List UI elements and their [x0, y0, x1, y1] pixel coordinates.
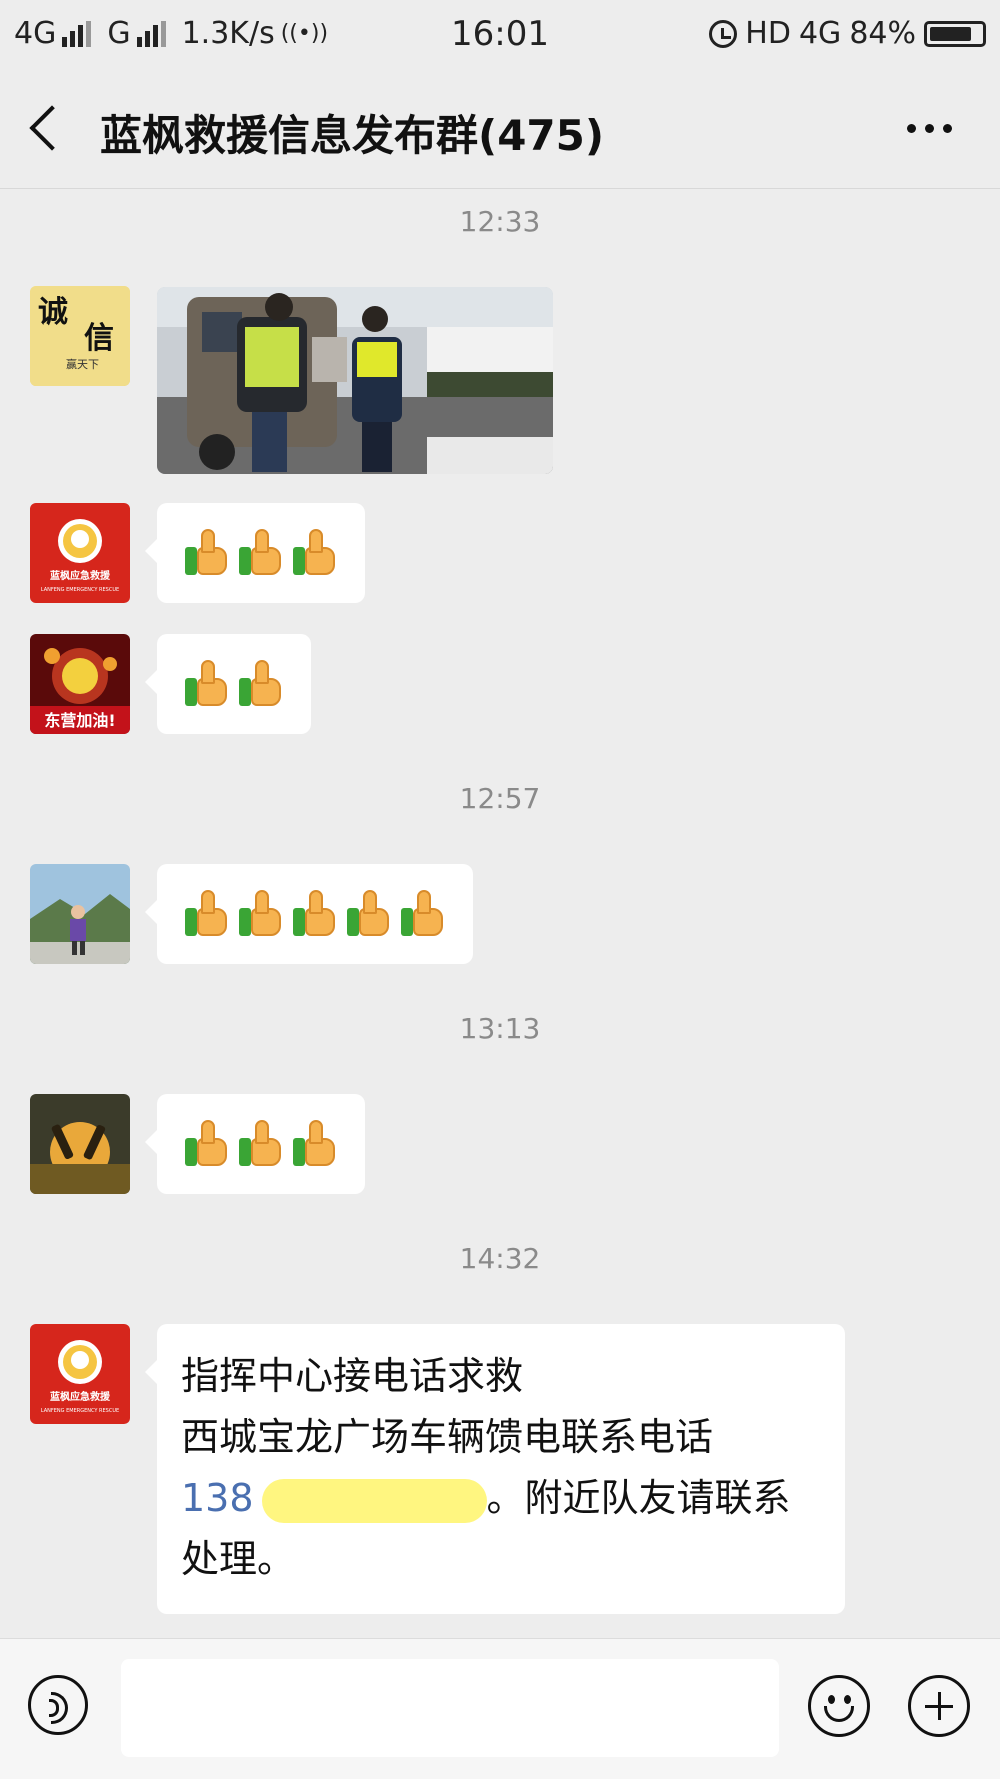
status-right: HD 4G 84% — [709, 16, 986, 51]
chat-header: 蓝枫救援信息发布群(475) — [0, 70, 1000, 189]
thumbs-up-icon — [237, 529, 285, 577]
status-bar: 4G G 1.3K/s ((•)) 16:01 HD 4G 84% — [0, 0, 1000, 70]
timestamp: 14:32 — [459, 1242, 541, 1275]
message-bubble[interactable] — [145, 503, 365, 603]
thumbs-up-icon — [183, 1120, 231, 1168]
message-line: 指挥中心接电话求救 — [181, 1354, 524, 1398]
thumbs-up-icon — [183, 890, 231, 938]
message-line: 西城宝龙广场车辆馈电联系电话 — [181, 1415, 714, 1459]
battery-icon — [924, 20, 986, 47]
thumbs-up-icon — [183, 529, 231, 577]
thumbs-up-icon — [237, 1120, 285, 1168]
message-list[interactable]: 12:33 诚 信 赢天下 蓝枫应急救援 LANFENG EMERGENCY R… — [0, 189, 1000, 1639]
avatar-subtext: LANFENG EMERGENCY RESCUE — [41, 1408, 119, 1414]
emoji-row — [157, 864, 473, 964]
plus-icon[interactable] — [908, 1675, 970, 1737]
hd-label: HD — [745, 16, 791, 51]
chat-title: 蓝枫救援信息发布群(475) — [100, 111, 605, 160]
thumbs-up-icon — [399, 890, 447, 938]
redaction-mark — [261, 1478, 487, 1523]
avatar-subtext: LANFENG EMERGENCY RESCUE — [41, 587, 119, 593]
message-bubble[interactable] — [145, 1094, 365, 1194]
timestamp: 12:33 — [459, 205, 541, 238]
avatar-text: 蓝枫应急救援 — [50, 569, 111, 582]
battery-fill — [930, 26, 972, 41]
avatar-text: 赢天下 — [66, 357, 99, 371]
rescue-photo — [157, 287, 553, 474]
message-input[interactable] — [121, 1659, 779, 1757]
avatar[interactable]: 东营加油! — [30, 634, 130, 734]
avatar-text: 信 — [84, 321, 114, 356]
back-icon[interactable] — [29, 105, 75, 151]
avatar-text: 东营加油! — [44, 711, 115, 730]
thumbs-up-icon — [291, 1120, 339, 1168]
avatar[interactable] — [30, 1094, 130, 1194]
voice-icon[interactable] — [28, 1675, 88, 1735]
alarm-icon — [709, 19, 738, 48]
battery-percent: 84% — [849, 16, 916, 51]
network-label-3: 4G — [798, 16, 842, 51]
thumbs-up-icon — [345, 890, 393, 938]
emoji-icon[interactable] — [808, 1675, 870, 1737]
message-text: 。附近队友请联系 — [486, 1476, 791, 1520]
thumbs-up-icon — [291, 529, 339, 577]
message-line: 138 。附近队友请联系 — [181, 1468, 823, 1529]
thumbs-up-icon — [183, 660, 231, 708]
avatar-text: 诚 — [38, 295, 68, 330]
text-message[interactable]: 指挥中心接电话求救 西城宝龙广场车辆馈电联系电话 138 。附近队友请联系 处理。 — [145, 1324, 845, 1614]
timestamp: 12:57 — [459, 782, 541, 815]
thumbs-up-icon — [237, 660, 285, 708]
emoji-row — [157, 634, 311, 734]
input-bar — [0, 1638, 1000, 1779]
avatar[interactable] — [30, 864, 130, 964]
emoji-row — [157, 503, 365, 603]
message-bubble[interactable] — [145, 634, 311, 734]
message-bubble[interactable] — [145, 864, 473, 964]
phone-link[interactable]: 138 — [181, 1476, 254, 1520]
thumbs-up-icon — [237, 890, 285, 938]
avatar[interactable]: 诚 信 赢天下 — [30, 286, 130, 386]
thumbs-up-icon — [291, 890, 339, 938]
more-icon[interactable] — [907, 124, 952, 133]
emoji-row — [157, 1094, 365, 1194]
avatar-text: 蓝枫应急救援 — [50, 1390, 111, 1403]
message-line: 处理。 — [181, 1537, 296, 1581]
avatar[interactable]: 蓝枫应急救援 LANFENG EMERGENCY RESCUE — [30, 503, 130, 603]
photo-message[interactable] — [157, 287, 553, 474]
avatar[interactable]: 蓝枫应急救援 LANFENG EMERGENCY RESCUE — [30, 1324, 130, 1424]
timestamp: 13:13 — [459, 1012, 541, 1045]
